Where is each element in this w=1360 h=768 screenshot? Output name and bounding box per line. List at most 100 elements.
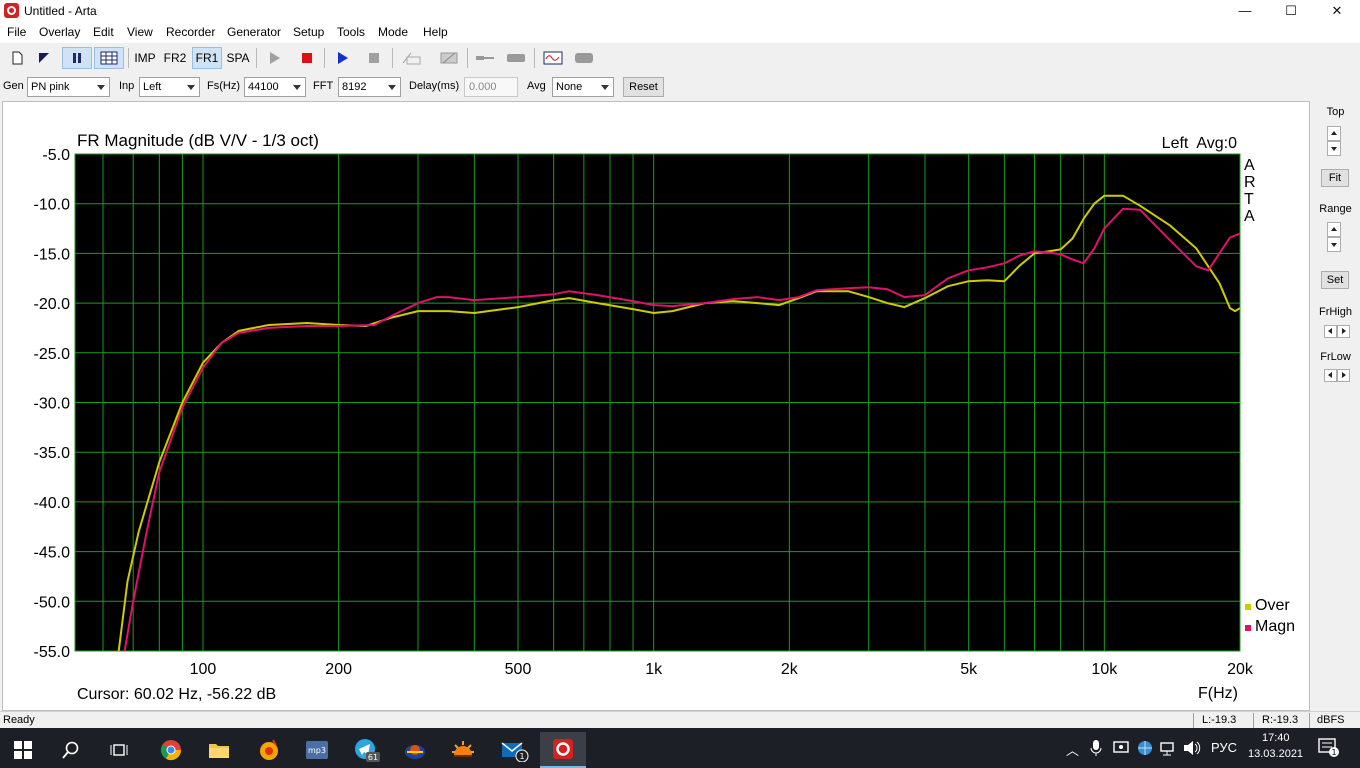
range-label: Range [1319, 203, 1352, 215]
y-tick-label: -50.0 [34, 594, 71, 611]
probe-tool-button[interactable] [472, 47, 498, 69]
new-file-button[interactable] [6, 47, 28, 69]
pause-button[interactable] [62, 47, 92, 69]
menu-generator[interactable]: Generator [227, 25, 281, 39]
start-button[interactable] [0, 732, 46, 768]
frlow-right-spinner[interactable] [1337, 369, 1350, 382]
notifications-icon[interactable]: 1 [1318, 738, 1340, 758]
set-button[interactable]: Set [1321, 271, 1349, 289]
range-down-spinner[interactable] [1327, 237, 1341, 252]
keyboard-language[interactable]: РУС [1211, 740, 1237, 755]
cancel-tool-button[interactable] [436, 47, 462, 69]
display-icon[interactable] [1113, 740, 1129, 756]
input-channel-select[interactable]: Left [139, 77, 200, 97]
generator-value: PN pink [31, 81, 70, 93]
open-button[interactable] [33, 47, 55, 69]
windows-taskbar: mp3 61 1 ︿ РУС 17:40 13.03.2021 1 [0, 728, 1360, 768]
top-up-spinner[interactable] [1327, 126, 1341, 141]
volume-icon[interactable] [1183, 740, 1201, 756]
frlow-left-spinner[interactable] [1324, 369, 1337, 382]
fit-button[interactable]: Fit [1321, 169, 1349, 187]
scale-control-panel: Top Fit Range Set FrHigh FrLow [1311, 101, 1360, 711]
arta-taskbar-app[interactable] [540, 732, 586, 768]
generator-select[interactable]: PN pink [27, 77, 110, 97]
telegram-taskbar-app[interactable]: 61 [344, 732, 390, 768]
frequency-response-chart[interactable]: FR Magnitude (dB V/V - 1/3 oct) Left Avg… [3, 102, 1309, 710]
explorer-taskbar-app[interactable] [196, 732, 242, 768]
oscilloscope-button[interactable] [540, 47, 566, 69]
network-globe-icon[interactable] [1137, 740, 1153, 756]
frhigh-label: FrHigh [1318, 306, 1352, 318]
menu-tools[interactable]: Tools [337, 25, 365, 39]
windows-logo-icon [14, 741, 32, 759]
menu-setup[interactable]: Setup [293, 25, 324, 39]
meter-button[interactable] [572, 47, 596, 69]
status-bar: Ready L:-19.3 R:-19.3 dBFS [0, 711, 1360, 728]
averaging-value: None [556, 81, 583, 93]
menu-mode[interactable]: Mode [378, 25, 408, 39]
fr2-mode-button[interactable]: FR2 [161, 47, 189, 69]
fft-label: FFT [313, 80, 334, 92]
watermark-letter: A [1244, 157, 1255, 174]
aimp-taskbar-app[interactable] [246, 732, 292, 768]
delay-label: Delay(ms) [409, 80, 460, 92]
fr1-mode-button[interactable]: FR1 [192, 47, 222, 69]
mp3-tool-taskbar-app[interactable]: mp3 [294, 732, 340, 768]
fs-label: Fs(Hz) [207, 80, 240, 92]
inp-label: Inp [119, 80, 135, 92]
generator-stop-button[interactable] [363, 47, 385, 69]
y-tick-label: -20.0 [34, 296, 71, 313]
y-tick-label: -10.0 [34, 197, 71, 214]
svg-text:1: 1 [1331, 748, 1336, 757]
chart-legend: Over Magn [1245, 597, 1295, 635]
frhigh-left-spinner[interactable] [1324, 325, 1337, 338]
spa-mode-button[interactable]: SPA [224, 47, 252, 69]
grid-view-button[interactable] [94, 47, 124, 69]
burner-taskbar-app[interactable] [440, 732, 486, 768]
status-text: Ready [3, 714, 35, 726]
abc-tool-button[interactable] [398, 47, 424, 69]
averaging-select[interactable]: None [552, 77, 614, 97]
tray-overflow-icon[interactable]: ︿ [1066, 740, 1079, 759]
window-title: Untitled - Arta [24, 4, 97, 18]
delay-input[interactable]: 0.000 [464, 77, 518, 97]
menu-view[interactable]: View [127, 25, 153, 39]
level-tool-button[interactable] [504, 47, 528, 69]
fft-size-value: 8192 [342, 81, 367, 93]
stop-button[interactable] [296, 47, 318, 69]
menu-file[interactable]: File [7, 25, 26, 39]
maximize-button[interactable]: ☐ [1268, 0, 1314, 22]
sun-app-icon [452, 741, 474, 757]
search-button[interactable] [48, 732, 94, 768]
menu-overlay[interactable]: Overlay [39, 25, 80, 39]
reset-button[interactable]: Reset [623, 77, 664, 97]
x-tick-label: 10k [1091, 661, 1118, 678]
microphone-icon[interactable] [1090, 739, 1102, 757]
mail-taskbar-app[interactable]: 1 [492, 732, 538, 768]
media-taskbar-app[interactable] [392, 732, 438, 768]
record-play-button[interactable] [264, 47, 286, 69]
fft-size-select[interactable]: 8192 [338, 77, 401, 97]
menu-recorder[interactable]: Recorder [166, 25, 215, 39]
title-bar: Untitled - Arta — ☐ ✕ [0, 0, 1360, 22]
clock-date[interactable]: 13.03.2021 [1248, 748, 1303, 760]
clock-time[interactable]: 17:40 [1262, 732, 1290, 744]
generator-play-button[interactable] [332, 47, 354, 69]
cancel-icon [440, 52, 458, 64]
minimize-button[interactable]: — [1222, 0, 1268, 22]
imp-mode-button[interactable]: IMP [132, 47, 158, 69]
menu-edit[interactable]: Edit [93, 25, 114, 39]
dropdown-arrow-icon [388, 85, 396, 90]
range-up-spinner[interactable] [1327, 222, 1341, 237]
frhigh-right-spinner[interactable] [1337, 325, 1350, 338]
ethernet-icon[interactable] [1160, 740, 1176, 756]
menu-help[interactable]: Help [423, 25, 448, 39]
mail-badge: 1 [519, 752, 524, 761]
sample-rate-select[interactable]: 44100 [244, 77, 306, 97]
dropdown-arrow-icon [293, 85, 301, 90]
chrome-taskbar-app[interactable] [148, 732, 194, 768]
y-tick-label: -55.0 [34, 644, 71, 661]
task-view-button[interactable] [96, 732, 142, 768]
top-down-spinner[interactable] [1327, 141, 1341, 156]
close-button[interactable]: ✕ [1314, 0, 1360, 22]
